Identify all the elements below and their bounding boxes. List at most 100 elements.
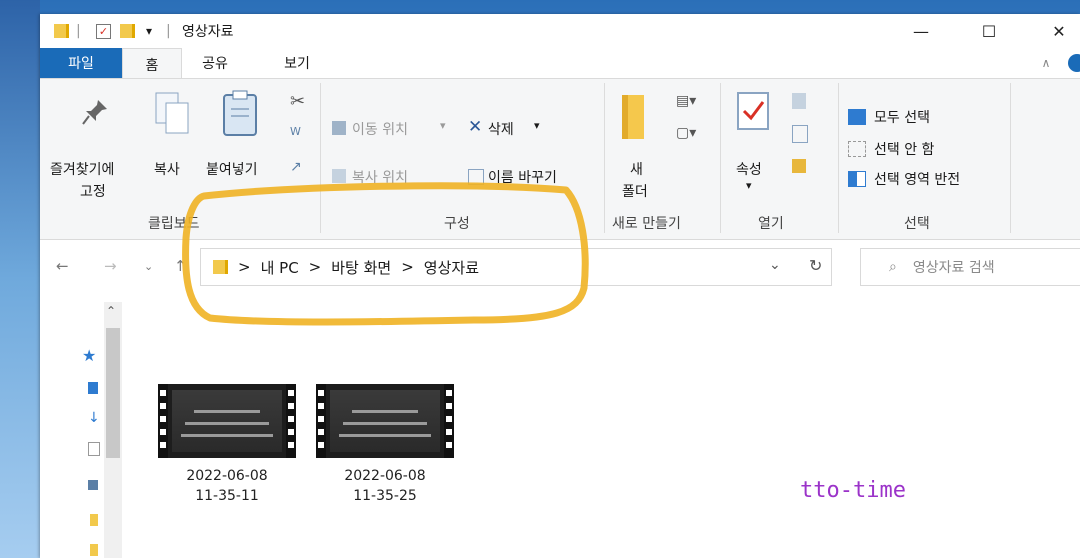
film-sprocket [446,390,452,396]
copy-icon [155,92,189,134]
file-item[interactable]: 2022-06-08 11-35-25 [310,384,460,506]
search-input[interactable]: ⌕ 영상자료 검색 [860,248,1080,286]
desktop-nav-icon[interactable] [88,382,98,394]
ribbon: 즐겨찾기에 고정 복사 붙여넣기 ✂ W ↗ 클립보드 이동 위치 ▾ ✕ 삭제… [40,78,1080,240]
file-explorer-window: | ✓ ▾ | 영상자료 — ☐ ✕ 파일 홈 공유 보기 ∧ 즐겨찾기에 고정… [40,14,1080,558]
quick-access-star-icon[interactable]: ★ [82,346,96,365]
copy-path-icon[interactable]: W [290,125,301,138]
file-name: 2022-06-08 11-35-11 [186,468,268,504]
file-item[interactable]: 2022-06-08 11-35-11 [152,384,302,506]
breadcrumb-desktop[interactable]: 바탕 화면 [331,257,391,278]
edit-icon[interactable] [792,125,808,143]
move-to-button[interactable]: 이동 위치 [352,119,408,139]
breadcrumb-this-pc[interactable]: 내 PC [261,257,299,278]
video-thumbnail-icon [316,384,454,458]
select-all-icon [848,109,866,125]
video-thumbnail-icon [158,384,296,458]
copy-to-button[interactable]: 복사 위치 [352,167,408,187]
file-name: 2022-06-08 11-35-25 [344,468,426,504]
crumb-separator: > [308,258,322,276]
breadcrumb-current-folder[interactable]: 영상자료 [424,257,479,278]
select-none-button[interactable]: 선택 안 함 [874,139,934,159]
pin-to-quick-access-button[interactable]: 즐겨찾기에 [50,159,114,179]
new-item-icon[interactable]: ▤▾ [676,93,696,109]
pictures-nav-icon[interactable] [88,480,98,490]
delete-dropdown-icon[interactable]: ▾ [534,119,540,132]
folder-icon [213,260,228,274]
ribbon-divider [720,83,721,233]
tab-file[interactable]: 파일 [40,48,122,78]
collapse-ribbon-icon[interactable]: ∧ [1036,48,1056,78]
ribbon-divider [1010,83,1011,233]
maximize-button[interactable]: ☐ [966,14,1012,48]
documents-nav-icon[interactable] [88,442,100,456]
paste-button[interactable]: 붙여넣기 [206,159,258,179]
title-separator: | [76,23,81,39]
film-sprocket [318,390,324,396]
ribbon-divider [604,83,605,233]
open-icon[interactable] [792,93,806,109]
up-arrow-icon[interactable]: ↑ [174,244,187,288]
film-sprocket [160,429,166,435]
properties-icon [737,92,769,130]
film-sprocket [446,403,452,409]
film-sprocket [318,416,324,422]
film-sprocket [288,416,294,422]
search-placeholder: 영상자료 검색 [912,260,995,276]
address-box[interactable]: > 내 PC > 바탕 화면 > 영상자료 ⌄ ↻ [200,248,832,286]
new-folder-label-2[interactable]: 폴더 [622,181,648,201]
film-sprocket [288,442,294,448]
quick-access-dropdown-icon[interactable]: ▾ [146,14,152,48]
forward-arrow-icon[interactable]: → [104,244,117,288]
film-sprocket [318,442,324,448]
scroll-up-icon[interactable]: ⌃ [106,304,116,318]
ribbon-divider [838,83,839,233]
select-all-button[interactable]: 모두 선택 [874,107,930,127]
folder-icon [54,14,69,48]
minimize-button[interactable]: — [898,14,944,48]
select-group-label: 선택 [904,216,930,232]
downloads-nav-icon[interactable]: ↓ [88,410,100,426]
tab-share[interactable]: 공유 [190,48,240,78]
pin-icon [82,100,107,125]
ribbon-divider [320,83,321,233]
easy-access-icon[interactable]: ▢▾ [676,125,696,141]
film-sprocket [318,429,324,435]
film-sprocket [288,403,294,409]
new-folder-quick-icon[interactable] [120,14,135,48]
window-title: 영상자료 [182,24,234,40]
delete-button[interactable]: 삭제 [488,119,514,139]
new-group-label: 새로 만들기 [612,216,681,232]
properties-dropdown-icon[interactable]: ▾ [746,179,752,192]
tab-view[interactable]: 보기 [272,48,322,78]
copy-to-icon [332,169,346,183]
pin-to-quick-access-label-2[interactable]: 고정 [80,181,106,201]
cut-icon[interactable]: ✂ [290,91,305,112]
address-history-dropdown-icon[interactable]: ⌄ [769,257,781,273]
search-icon: ⌕ [889,259,897,275]
film-sprocket [446,429,452,435]
refresh-icon[interactable]: ↻ [809,256,822,275]
folder-nav-icon[interactable] [90,514,98,526]
film-sprocket [446,442,452,448]
copy-button[interactable]: 복사 [154,159,180,179]
properties-quick-icon[interactable]: ✓ [96,14,111,48]
properties-button[interactable]: 속성 [736,159,762,179]
invert-selection-button[interactable]: 선택 영역 반전 [874,169,960,189]
organize-group-label: 구성 [444,216,470,232]
film-sprocket [288,429,294,435]
move-to-dropdown-icon[interactable]: ▾ [440,119,446,132]
history-icon[interactable] [792,159,806,173]
paste-shortcut-icon[interactable]: ↗ [290,159,302,175]
new-folder-button[interactable]: 새 [630,159,643,179]
tab-home[interactable]: 홈 [122,48,182,80]
recent-locations-icon[interactable]: ⌄ [144,244,153,288]
back-arrow-icon[interactable]: ← [56,244,69,288]
close-button[interactable]: ✕ [1036,14,1080,48]
folder-nav-icon[interactable] [90,544,98,556]
rename-button[interactable]: 이름 바꾸기 [488,167,557,187]
film-sprocket [318,403,324,409]
watermark-text: tto-time [800,478,906,503]
help-icon[interactable] [1068,54,1080,72]
nav-scrollbar-thumb[interactable] [106,328,120,458]
